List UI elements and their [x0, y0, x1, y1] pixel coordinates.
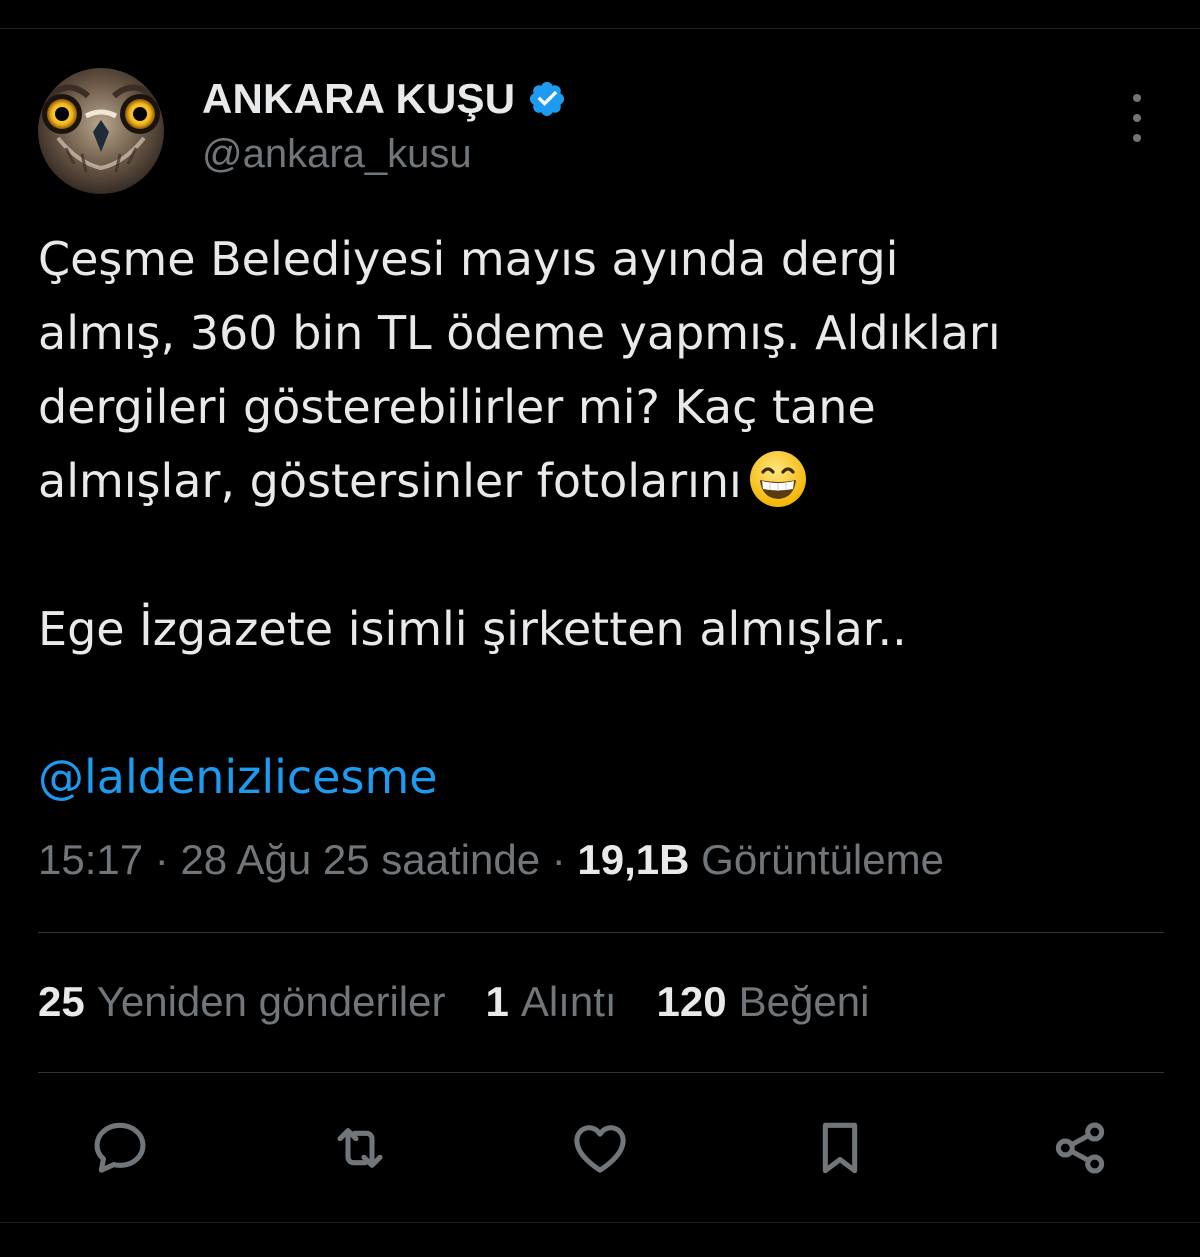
tweet-meta: 15:17 · 28 Ağu 25 saatinde · 19,1B Görün… [38, 836, 944, 884]
views-count: 19,1B [577, 836, 690, 883]
tweet-line: almış, 360 bin TL ödeme yapmış. Aldıklar… [38, 306, 1001, 360]
user-handle[interactable]: @ankara_kusu [202, 132, 567, 177]
tweet-line: Ege İzgazete isimli şirketten almışlar.. [38, 602, 907, 656]
tweet-header: ANKARA KUŞU @ankara_kusu [38, 68, 1162, 194]
verified-badge-icon [527, 79, 567, 119]
top-divider [0, 28, 1200, 29]
more-dot-icon [1133, 114, 1141, 122]
action-bar [80, 1112, 1120, 1184]
more-options-button[interactable] [1124, 94, 1150, 142]
reply-button[interactable] [84, 1112, 156, 1184]
reply-icon [94, 1122, 146, 1173]
bookmark-button[interactable] [804, 1112, 876, 1184]
bookmark-icon [822, 1122, 858, 1174]
tweet-line: almışlar, göstersinler fotolarını [38, 454, 742, 508]
avatar[interactable] [38, 68, 164, 194]
meta-separator: · [143, 836, 181, 883]
divider [38, 932, 1164, 933]
quotes-label: Alıntı [520, 978, 617, 1025]
like-button[interactable] [564, 1112, 636, 1184]
tweet-text: Çeşme Belediyesi mayıs ayında dergi almı… [38, 222, 1162, 814]
display-name-row: ANKARA KUŞU [202, 72, 567, 126]
display-name[interactable]: ANKARA KUŞU [202, 75, 515, 123]
tweet-time[interactable]: 15:17 [38, 836, 143, 883]
tweet-date[interactable]: 28 Ağu 25 saatinde [180, 836, 540, 883]
more-dot-icon [1133, 94, 1141, 102]
like-icon [574, 1125, 626, 1173]
divider [38, 1072, 1164, 1073]
likes-label: Beğeni [738, 978, 870, 1025]
views-label: Görüntüleme [701, 836, 944, 883]
more-dot-icon [1133, 134, 1141, 142]
owl-avatar-icon [38, 68, 164, 194]
share-button[interactable] [1044, 1112, 1116, 1184]
repost-icon [337, 1128, 383, 1168]
user-meta: ANKARA KUŞU @ankara_kusu [202, 72, 567, 177]
quotes-stat[interactable]: 1 Alıntı [485, 978, 616, 1026]
reposts-label: Yeniden gönderiler [96, 978, 446, 1025]
reposts-count: 25 [38, 978, 85, 1025]
mention-link[interactable]: @laldenizlicesme [38, 750, 438, 804]
likes-stat[interactable]: 120 Beğeni [657, 978, 870, 1026]
share-icon [1055, 1122, 1105, 1174]
likes-count: 120 [656, 978, 727, 1025]
tweet-line: Çeşme Belediyesi mayıs ayında dergi [38, 232, 899, 286]
tweet-line-with-emoji: almışlar, göstersinler fotolarını [38, 444, 1162, 518]
reposts-stat[interactable]: 25 Yeniden gönderiler [38, 978, 445, 1026]
meta-separator: · [540, 836, 578, 883]
tweet-line: dergileri gösterebilirler mi? Kaç tane [38, 380, 876, 434]
engagement-stats: 25 Yeniden gönderiler 1 Alıntı 120 Beğeni [38, 978, 909, 1026]
repost-button[interactable] [324, 1112, 396, 1184]
grinning-face-emoji-icon [748, 449, 808, 509]
quotes-count: 1 [485, 978, 509, 1025]
bottom-divider [0, 1222, 1200, 1223]
